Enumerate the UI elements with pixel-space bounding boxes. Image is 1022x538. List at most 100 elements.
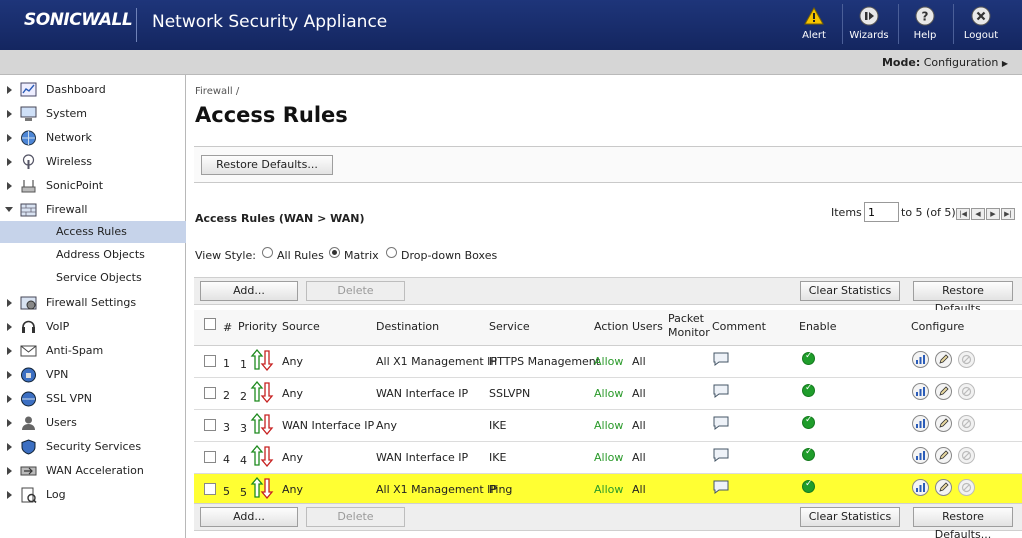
expand-arrow-icon <box>7 182 12 190</box>
clear-statistics-button-bottom[interactable]: Clear Statistics <box>800 507 900 527</box>
priority-arrows-icon[interactable] <box>250 381 274 403</box>
sidebar-subitem-address-objects[interactable]: Address Objects <box>0 244 186 266</box>
sidebar-item-anti-spam[interactable]: Anti-Spam <box>0 340 186 362</box>
comment-icon[interactable] <box>712 383 730 399</box>
priority-arrows-icon[interactable] <box>250 445 274 467</box>
sidebar-subitem-service-objects[interactable]: Service Objects <box>0 267 186 289</box>
row-checkbox[interactable] <box>204 387 216 399</box>
logout-button[interactable]: Logout <box>954 4 1008 48</box>
statistics-icon[interactable] <box>912 383 929 400</box>
sidebar-item-label: SSL VPN <box>46 392 92 405</box>
items-input[interactable] <box>864 202 899 222</box>
sidebar-item-security-services[interactable]: Security Services <box>0 436 186 458</box>
first-page-icon[interactable]: |◀ <box>956 208 970 220</box>
edit-pencil-icon[interactable] <box>935 351 952 368</box>
table-row[interactable]: 1 1 Any All X1 Management IP HTTPS Managemen… <box>194 346 1022 378</box>
priority-arrows-icon[interactable] <box>250 413 274 435</box>
wizards-button[interactable]: Wizards <box>842 4 896 48</box>
statistics-icon[interactable] <box>912 447 929 464</box>
breadcrumb[interactable]: Firewall / <box>195 86 239 97</box>
row-checkbox[interactable] <box>204 419 216 431</box>
comment-icon[interactable] <box>712 479 730 495</box>
col-destination[interactable]: Destination <box>376 320 439 333</box>
delete-button-bottom[interactable]: Delete <box>306 507 405 527</box>
statistics-icon[interactable] <box>912 351 929 368</box>
delete-disabled-icon <box>958 447 975 464</box>
statistics-icon[interactable] <box>912 415 929 432</box>
row-action: Allow <box>594 451 624 464</box>
alert-button[interactable]: Alert <box>787 4 841 48</box>
prev-page-icon[interactable]: ◀ <box>971 208 985 220</box>
priority-arrows-icon[interactable] <box>250 349 274 371</box>
row-source: Any <box>282 451 304 464</box>
sidebar-item-wan-acceleration[interactable]: WAN Acceleration <box>0 460 186 482</box>
wizards-label: Wizards <box>849 30 889 41</box>
edit-pencil-icon[interactable] <box>935 479 952 496</box>
edit-pencil-icon[interactable] <box>935 415 952 432</box>
next-page-icon[interactable]: ▶ <box>986 208 1000 220</box>
sidebar-item-wireless[interactable]: Wireless <box>0 151 186 173</box>
sidebar-item-log[interactable]: Log <box>0 484 186 506</box>
sonicwall-logo: SONICWALL <box>24 10 133 30</box>
col-priority[interactable]: Priority <box>238 320 277 333</box>
sidebar-item-ssl-vpn[interactable]: SSL VPN <box>0 388 186 410</box>
enabled-check-icon[interactable] <box>802 415 815 429</box>
priority-arrows-icon[interactable] <box>250 477 274 499</box>
sidebar-item-vpn[interactable]: VPN <box>0 364 186 386</box>
edit-pencil-icon[interactable] <box>935 383 952 400</box>
view-all-rules-radio[interactable] <box>262 247 273 258</box>
restore-defaults-top-button[interactable]: Restore Defaults... <box>201 155 333 175</box>
sonicpoint-icon <box>21 180 36 193</box>
row-checkbox[interactable] <box>204 355 216 367</box>
enabled-check-icon[interactable] <box>802 447 815 461</box>
main-content: Firewall / Access Rules Restore Defaults… <box>187 75 1022 538</box>
table-row[interactable]: 3 3 WAN Interface IP Any IKE Allow All <box>194 410 1022 442</box>
enabled-check-icon[interactable] <box>802 383 815 397</box>
mode-selector[interactable]: Mode: Configuration ▶ <box>882 56 1008 69</box>
restore-defaults-button[interactable]: Restore Defaults... <box>913 281 1013 315</box>
col-users[interactable]: Users <box>632 320 663 333</box>
col-service[interactable]: Service <box>489 320 530 333</box>
add-button-bottom[interactable]: Add... <box>200 507 298 527</box>
table-row[interactable]: 4 4 Any WAN Interface IP IKE Allow All <box>194 442 1022 474</box>
sidebar-subitem-access-rules[interactable]: Access Rules <box>0 221 186 243</box>
sidebar-item-sonicpoint[interactable]: SonicPoint <box>0 175 186 197</box>
view-matrix-label[interactable]: Matrix <box>344 249 379 262</box>
sidebar-item-label: Log <box>46 488 66 501</box>
view-all-rules-label[interactable]: All Rules <box>277 249 324 262</box>
comment-icon[interactable] <box>712 351 730 367</box>
row-checkbox[interactable] <box>204 451 216 463</box>
clear-statistics-button[interactable]: Clear Statistics <box>800 281 900 301</box>
view-matrix-radio[interactable] <box>329 247 340 258</box>
sidebar-item-network[interactable]: Network <box>0 127 186 149</box>
edit-pencil-icon[interactable] <box>935 447 952 464</box>
view-dropdown-label[interactable]: Drop-down Boxes <box>401 249 497 262</box>
comment-icon[interactable] <box>712 447 730 463</box>
expand-arrow-icon <box>7 299 12 307</box>
comment-icon[interactable] <box>712 415 730 431</box>
statistics-icon[interactable] <box>912 479 929 496</box>
sidebar-item-label: Security Services <box>46 440 142 453</box>
sidebar-item-voip[interactable]: VoIP <box>0 316 186 338</box>
add-button[interactable]: Add... <box>200 281 298 301</box>
select-all-checkbox[interactable] <box>204 318 216 330</box>
table-row[interactable]: 5 5 Any All X1 Management IP Ping Allow All <box>194 474 1022 506</box>
chevron-right-icon: ▶ <box>1001 59 1008 68</box>
last-page-icon[interactable]: ▶| <box>1001 208 1015 220</box>
sidebar-item-users[interactable]: Users <box>0 412 186 434</box>
row-destination: WAN Interface IP <box>376 451 469 464</box>
sidebar-item-dashboard[interactable]: Dashboard <box>0 79 186 101</box>
sidebar-item-firewall[interactable]: Firewall <box>0 199 186 221</box>
delete-button[interactable]: Delete <box>306 281 405 301</box>
sidebar-item-system[interactable]: System <box>0 103 186 125</box>
col-source[interactable]: Source <box>282 320 320 333</box>
row-checkbox[interactable] <box>204 483 216 495</box>
help-button[interactable]: ? Help <box>898 4 952 48</box>
col-action[interactable]: Action <box>594 320 628 333</box>
enabled-check-icon[interactable] <box>802 351 815 365</box>
restore-defaults-button-bottom[interactable]: Restore Defaults... <box>913 507 1013 538</box>
sidebar-item-firewall-settings[interactable]: Firewall Settings <box>0 292 186 314</box>
enabled-check-icon[interactable] <box>802 479 815 493</box>
view-dropdown-radio[interactable] <box>386 247 397 258</box>
table-row[interactable]: 2 2 Any WAN Interface IP SSLVPN Allow All <box>194 378 1022 410</box>
